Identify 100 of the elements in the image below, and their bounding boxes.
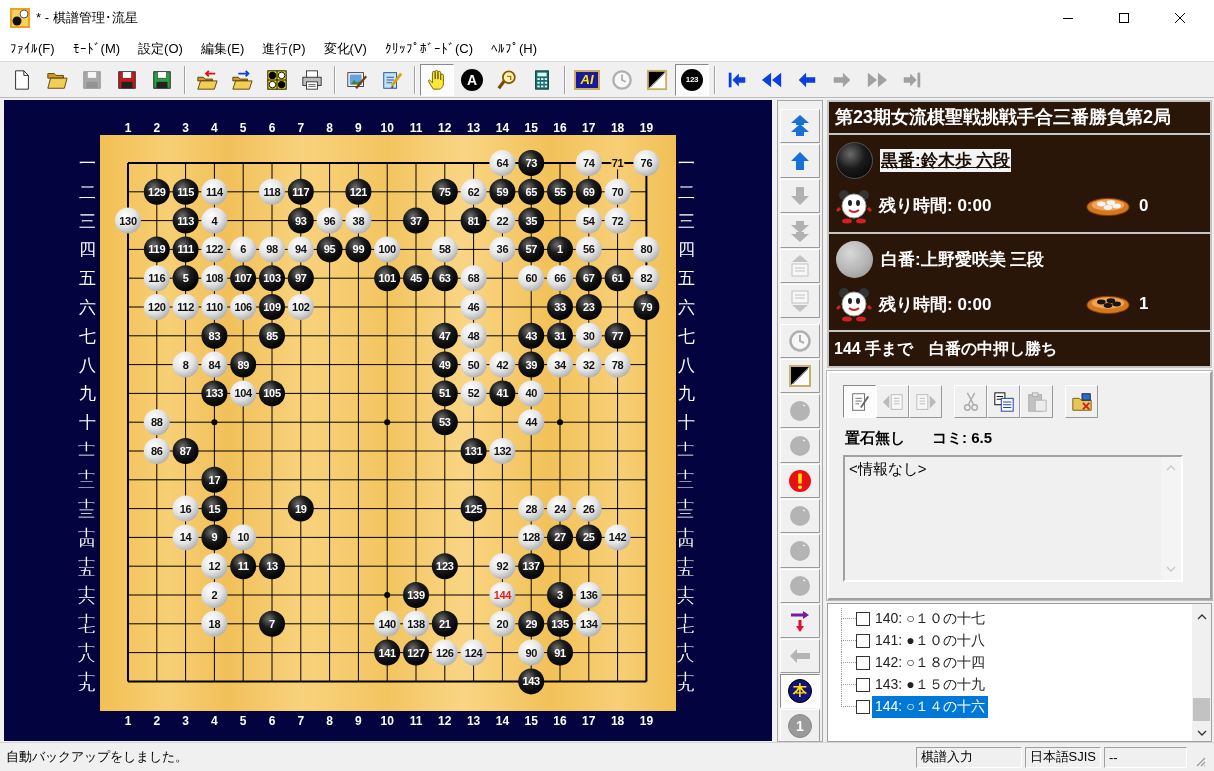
chevron-down-icon[interactable]: [1196, 730, 1207, 736]
go-stone: 73: [518, 150, 545, 176]
column-label: 6: [268, 714, 276, 728]
scrollbar-thumb[interactable]: [1193, 698, 1210, 721]
checkbox[interactable]: [856, 678, 870, 692]
go-stone: 10: [230, 524, 257, 551]
go-stone: 98: [259, 236, 285, 263]
go-stone: 53: [431, 409, 458, 436]
go-stone: 144: [489, 582, 516, 608]
go-stone: 116: [143, 265, 170, 292]
row-label: 二: [677, 181, 695, 202]
capture-count: 0: [1139, 195, 1149, 216]
circled-letter-button[interactable]: 本: [780, 674, 820, 708]
go-stone: 121: [345, 178, 372, 205]
comment-field[interactable]: <情報なし>: [843, 455, 1183, 582]
row-label: 十九: [677, 670, 695, 692]
handicap-label: 置石無し: [845, 428, 905, 448]
circle-icon: [788, 434, 812, 458]
row-label: 十三: [677, 497, 695, 520]
circle-icon: [788, 539, 812, 563]
ai-button[interactable]: AI: [570, 63, 604, 96]
go-stone: 24: [547, 495, 573, 522]
checkbox[interactable]: [856, 656, 870, 670]
go-stone: 65: [518, 178, 545, 205]
move-item[interactable]: 140: ○１０の十七: [872, 608, 988, 630]
go-stone: 122: [201, 236, 228, 263]
copy-button[interactable]: [987, 385, 1020, 418]
move-item[interactable]: 142: ○１８の十四: [872, 652, 988, 674]
row-label: 八: [677, 354, 695, 375]
column-label: 18: [610, 714, 625, 728]
column-label: 3: [182, 714, 189, 728]
move-item[interactable]: 143: ●１５の十九: [872, 674, 988, 696]
go-stone: 29: [518, 610, 545, 637]
chevron-up-icon[interactable]: [1196, 614, 1207, 620]
go-stone: 30: [575, 322, 602, 349]
swap-button[interactable]: [780, 604, 820, 638]
up-button[interactable]: [780, 144, 820, 178]
go-stone: 83: [201, 322, 228, 349]
menu-item[interactable]: 進行(P): [253, 36, 315, 61]
go-stone: 13: [259, 553, 285, 580]
alert-button[interactable]: [780, 464, 820, 498]
hand-tool-button[interactable]: [420, 63, 454, 96]
column-label: 4: [211, 121, 218, 135]
go-stone: 104: [230, 380, 257, 407]
invert-button[interactable]: [780, 359, 820, 393]
go-stone: 108: [201, 265, 228, 292]
checkbox[interactable]: [856, 634, 870, 648]
checkbox[interactable]: [856, 612, 870, 626]
edit-button[interactable]: [843, 385, 876, 418]
go-stone: 25: [575, 524, 602, 551]
column-label: 14: [495, 121, 510, 135]
status-message: 自動バックアップをしました。: [5, 748, 188, 766]
go-stone: 77: [604, 322, 631, 349]
alert-icon: [788, 469, 812, 493]
column-label: 17: [582, 714, 596, 728]
clock-character-icon: [836, 286, 872, 323]
resize-grip-icon[interactable]: [1194, 755, 1206, 767]
checkbox[interactable]: [856, 700, 870, 714]
menu-item[interactable]: 編集(E): [191, 36, 254, 61]
chevron-down-icon: [1166, 566, 1176, 572]
menu-item[interactable]: 設定(O): [129, 36, 192, 61]
menu-item[interactable]: 変化(V): [314, 36, 376, 61]
go-stone: 86: [143, 438, 170, 464]
row-label: 十四: [677, 526, 695, 548]
go-stone: 141: [374, 639, 401, 666]
double-up-button[interactable]: [780, 109, 820, 143]
go-stone: 3: [547, 582, 573, 608]
go-stone: 40: [518, 380, 545, 407]
star-point: [384, 419, 391, 426]
row-label: 十三: [78, 497, 96, 520]
game-title: 第23期女流棋聖戦挑戦手合三番勝負第2局: [835, 106, 1172, 130]
move-item[interactable]: 144: ○１４の十六: [872, 696, 988, 718]
move-numbers-button[interactable]: 123: [675, 63, 709, 96]
menu-item[interactable]: ｸﾘｯﾌﾟﾎﾞｰﾄﾞ(C): [375, 38, 482, 59]
go-stone: 18: [201, 610, 228, 637]
column-label: 15: [524, 121, 538, 135]
row-label: 十四: [78, 526, 96, 548]
go-stone: 133: [201, 380, 228, 407]
tool-button[interactable]: [1065, 385, 1098, 418]
row-label: 十: [677, 412, 695, 433]
row-label: 六: [677, 297, 695, 317]
column-label: 11: [409, 714, 423, 728]
menu-item[interactable]: ﾍﾙﾌﾟ(H): [481, 38, 546, 59]
go-stone: 82: [633, 265, 660, 292]
row-label: 一: [677, 153, 695, 173]
row-label: 十七: [78, 613, 96, 635]
menu-item[interactable]: ﾓｰﾄﾞ(M): [63, 38, 130, 59]
column-label: 9: [355, 121, 362, 135]
circled-letter-button[interactable]: A: [455, 63, 489, 96]
column-label: 15: [524, 714, 538, 728]
folder-arrow-icon: [196, 68, 218, 91]
row-label: 七: [78, 325, 96, 346]
status-panel: 日本語SJIS: [1024, 746, 1101, 768]
menu-item[interactable]: ﾌｧｲﾙ(F): [1, 38, 64, 59]
go-stone: 99: [345, 236, 372, 263]
go-stone: 89: [230, 351, 257, 378]
move-item[interactable]: 141: ●１０の十八: [872, 630, 988, 652]
go-stone: 55: [547, 178, 573, 205]
go-stone: 102: [287, 294, 314, 320]
column-label: 2: [153, 714, 161, 728]
